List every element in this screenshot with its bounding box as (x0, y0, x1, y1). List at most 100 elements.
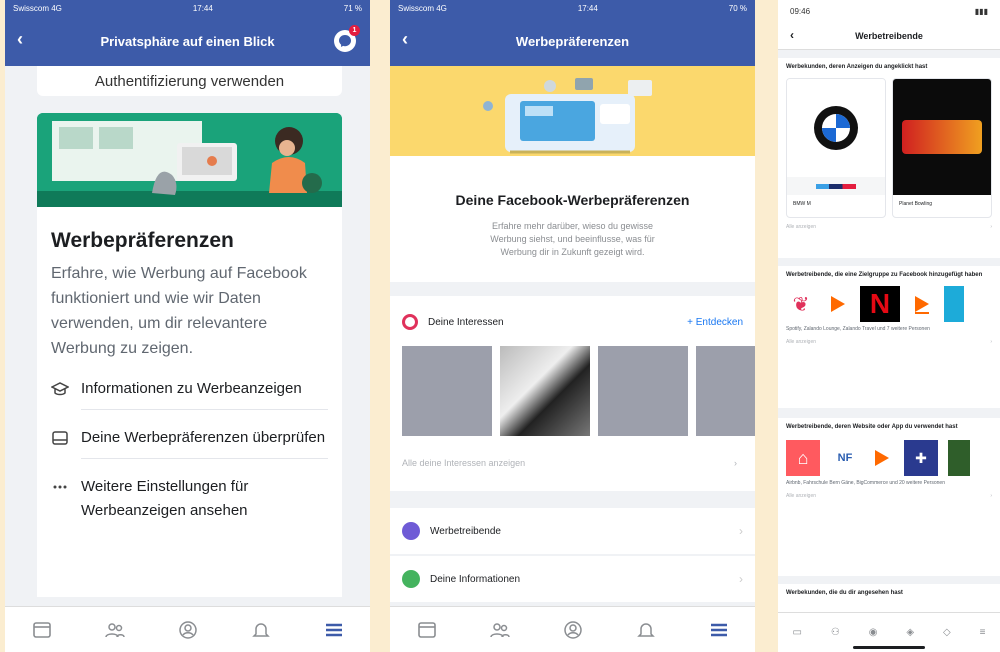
friends-icon[interactable] (104, 619, 126, 641)
your-info-label: Deine Informationen (430, 573, 521, 585)
tab-bar (390, 606, 755, 652)
tab-bar (5, 606, 370, 652)
review-preferences-link[interactable]: Deine Werbepräferenzen überprüfen (51, 426, 328, 450)
interests-section: Deine Interessen + Entdecken Alle deine … (390, 296, 755, 491)
home-indicator (853, 646, 925, 649)
interests-icon (402, 314, 418, 330)
marketplace-icon[interactable]: ◈ (906, 627, 914, 638)
your-info-row[interactable]: Deine Informationen › (390, 556, 755, 602)
friends-icon[interactable]: ⚇ (831, 627, 840, 638)
intro-title: Deine Facebook-Werbepräferenzen (455, 192, 690, 208)
partial-logo-icon[interactable] (944, 286, 964, 322)
zalando-logo-icon[interactable] (826, 286, 850, 322)
card-title: Werbepräferenzen (51, 229, 234, 252)
section-title: Werbetreibende, die eine Zielgruppe zu F… (786, 272, 983, 278)
nav-header: ‹ Werbetreibende (778, 22, 1000, 50)
viewed-ads-section: Werbekunden, die du dir angesehen hast (778, 584, 1000, 614)
nav-header: ‹ Werbepräferenzen (390, 16, 755, 66)
status-bar: Swisscom 4G 17:44 71 % (5, 0, 370, 16)
bigcommerce-logo-icon[interactable]: ✚ (904, 440, 938, 476)
carrier: Swisscom 4G (398, 3, 447, 13)
profile-icon[interactable] (562, 619, 584, 641)
info-ads-link[interactable]: Informationen zu Werbeanzeigen (51, 377, 328, 401)
profile-icon[interactable] (177, 619, 199, 641)
status-bar: 09:46 ▮▮▮ (778, 0, 1000, 22)
clock: 09:46 (790, 6, 811, 16)
play-logo-icon[interactable] (870, 440, 894, 476)
netflix-logo-icon[interactable]: N (860, 286, 900, 322)
more-settings-link[interactable]: Weitere Einstellungen für Werbeanzeigen … (51, 475, 328, 523)
interest-thumbnail[interactable] (402, 346, 492, 436)
clock: 17:44 (577, 3, 598, 13)
nav-header: ‹ Privatsphäre auf einen Blick 1 (5, 16, 370, 66)
menu-icon[interactable] (323, 619, 345, 641)
discover-link[interactable]: + Entdecken (687, 317, 743, 328)
card-description: Erfahre, wie Werbung auf Facebook funkti… (51, 265, 307, 357)
section-title: Werbekunden, deren Anzeigen du angeklick… (786, 64, 928, 70)
battery: 71 % (343, 3, 362, 13)
news-feed-icon[interactable] (416, 619, 438, 641)
interests-label: Deine Interessen (428, 316, 504, 328)
phone-ad-preferences: Swisscom 4G 17:44 70 % ‹ Werbepräferenze… (390, 0, 755, 652)
top-bar: Swisscom 4G 17:44 71 % ‹ Privatsphäre au… (5, 0, 370, 66)
interest-thumbnails (402, 346, 755, 436)
messenger-badge: 1 (349, 25, 360, 36)
your-info-icon (402, 570, 420, 588)
all-interests-link[interactable]: Alle deine Interessen anzeigen › (390, 436, 755, 468)
back-arrow-icon[interactable]: ‹ (17, 30, 23, 48)
news-feed-icon[interactable] (31, 619, 53, 641)
more-settings-label: Weitere Einstellungen für Werbeanzeigen … (81, 478, 249, 519)
flower-logo-icon[interactable]: ❦ (786, 286, 816, 322)
see-all-link[interactable]: Alle anzeigen › (786, 493, 992, 499)
planet-bowling-logo-icon (902, 120, 982, 154)
menu-icon[interactable]: ≡ (980, 627, 986, 638)
carrier: Swisscom 4G (13, 3, 62, 13)
section-subtitle: Spotify, Zalando Lounge, Zalando Travel … (786, 326, 930, 332)
phone-advertisers: 09:46 ▮▮▮ ‹ Werbetreibende Werbekunden, … (778, 0, 1000, 652)
notifications-icon[interactable]: ◇ (943, 627, 951, 638)
notifications-icon[interactable] (250, 619, 272, 641)
clock: 17:44 (192, 3, 213, 13)
advertiser-card-planet-bowling[interactable]: Planet Bowling (892, 78, 992, 218)
previous-card-text: Authentifizierung verwenden (94, 72, 285, 90)
see-all-link[interactable]: Alle anzeigen › (786, 339, 992, 345)
messenger-icon[interactable]: 1 (334, 25, 360, 52)
section-title: Werbetreibende, deren Website oder App d… (786, 424, 958, 430)
interest-thumbnail[interactable] (500, 346, 590, 436)
signal-icon: ▮▮▮ (974, 6, 988, 16)
page-title: Werbepräferenzen (515, 33, 630, 49)
battery: 70 % (728, 3, 747, 13)
partial-logo-icon[interactable] (948, 440, 970, 476)
back-arrow-icon[interactable]: ‹ (790, 28, 794, 42)
interest-thumbnail[interactable] (598, 346, 688, 436)
advertiser-name: BMW M (793, 201, 811, 207)
back-arrow-icon[interactable]: ‹ (402, 30, 408, 48)
menu-icon[interactable] (708, 619, 730, 641)
ad-preferences-icon (52, 431, 68, 445)
advertisers-row[interactable]: Werbetreibende › (390, 508, 755, 554)
groups-icon[interactable]: ◉ (869, 627, 878, 638)
news-feed-icon[interactable]: ▭ (792, 627, 801, 638)
info-ads-label: Informationen zu Werbeanzeigen (81, 380, 302, 397)
notifications-icon[interactable] (635, 619, 657, 641)
interest-thumbnail[interactable] (696, 346, 755, 436)
previous-card-tail[interactable]: Authentifizierung verwenden (37, 66, 342, 96)
page-title: Werbetreibende (855, 30, 923, 41)
graduation-cap-icon (51, 382, 69, 396)
airbnb-logo-icon[interactable]: ⌂ (786, 440, 820, 476)
driving-school-logo-icon[interactable]: NF (830, 440, 860, 476)
audience-advertisers-section: Werbetreibende, die eine Zielgruppe zu F… (778, 266, 1000, 408)
zalando-travel-logo-icon[interactable] (910, 286, 934, 322)
ad-preferences-card: Werbepräferenzen Erfahre, wie Werbung au… (37, 207, 342, 597)
all-interests-label: Alle deine Interessen anzeigen (402, 458, 526, 468)
status-bar: Swisscom 4G 17:44 70 % (390, 0, 755, 16)
top-bar: Swisscom 4G 17:44 70 % ‹ Werbepräferenze… (390, 0, 755, 66)
friends-icon[interactable] (489, 619, 511, 641)
advertiser-name: Planet Bowling (899, 201, 933, 207)
chevron-right-icon: › (739, 524, 743, 538)
interests-header: Deine Interessen + Entdecken (390, 296, 755, 330)
more-dots-icon (53, 485, 67, 489)
ad-preferences-hero-illustration (390, 66, 755, 156)
advertiser-card-bmw[interactable]: BMW M (786, 78, 886, 218)
see-all-link[interactable]: Alle anzeigen › (786, 224, 992, 230)
